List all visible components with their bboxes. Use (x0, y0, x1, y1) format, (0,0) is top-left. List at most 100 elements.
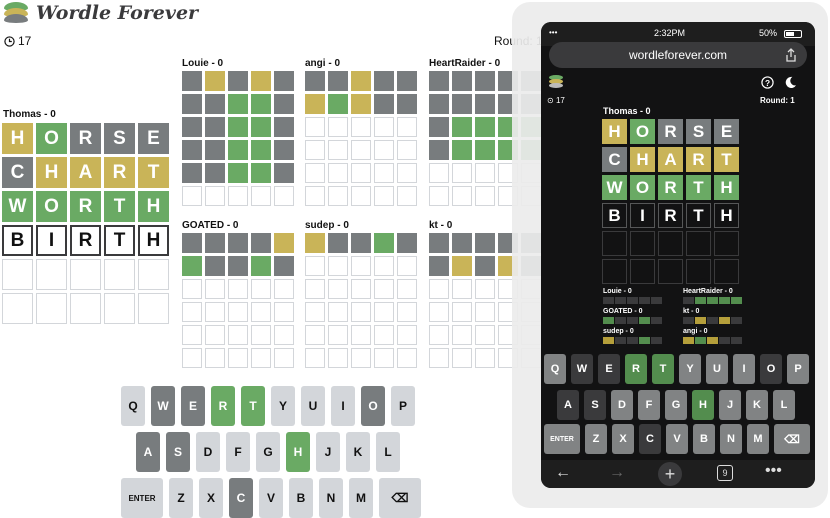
key-e[interactable]: E (181, 386, 205, 426)
key-k[interactable]: K (346, 432, 370, 472)
phone-key-v[interactable]: V (666, 424, 688, 454)
key-m[interactable]: M (349, 478, 373, 518)
key-s[interactable]: S (166, 432, 190, 472)
mini-tile (452, 117, 472, 137)
phone-backspace-icon[interactable]: ⌫ (774, 424, 810, 454)
phone-tile: R (658, 203, 683, 228)
key-v[interactable]: V (259, 478, 283, 518)
mini-tile (205, 71, 225, 91)
key-u[interactable]: U (301, 386, 325, 426)
mini-tile (475, 140, 495, 160)
new-tab-plus-icon[interactable]: + (658, 462, 682, 486)
key-f[interactable]: F (226, 432, 250, 472)
tile: T (138, 157, 169, 188)
key-n[interactable]: N (319, 478, 343, 518)
dark-mode-icon[interactable] (784, 76, 797, 89)
mini-tile (274, 71, 294, 91)
phone-key-t[interactable]: T (652, 354, 674, 384)
phone-key-q[interactable]: Q (544, 354, 566, 384)
opponent-board (305, 71, 417, 206)
phone-key-c[interactable]: C (639, 424, 661, 454)
key-z[interactable]: Z (169, 478, 193, 518)
phone-tile: H (602, 119, 627, 144)
phone-mini-cell (639, 337, 650, 344)
key-p[interactable]: P (391, 386, 415, 426)
mini-tile (305, 348, 325, 368)
phone-tile: R (658, 175, 683, 200)
key-t[interactable]: T (241, 386, 265, 426)
mini-tile (251, 233, 271, 253)
phone-opponent-row (683, 297, 742, 304)
mini-tile (351, 186, 371, 206)
phone-key-j[interactable]: J (719, 390, 741, 420)
key-b[interactable]: B (289, 478, 313, 518)
phone-mini-cell (603, 317, 614, 324)
phone-key-x[interactable]: X (612, 424, 634, 454)
phone-key-s[interactable]: S (584, 390, 606, 420)
forward-arrow-icon[interactable]: → (609, 464, 625, 482)
key-r[interactable]: R (211, 386, 235, 426)
phone-key-h[interactable]: H (692, 390, 714, 420)
phone-key-y[interactable]: Y (679, 354, 701, 384)
key-d[interactable]: D (196, 432, 220, 472)
mini-tile (374, 163, 394, 183)
mini-tile (274, 94, 294, 114)
phone-key-p[interactable]: P (787, 354, 809, 384)
phone-timer: ⊙ 17 (547, 96, 565, 105)
share-icon[interactable] (785, 48, 797, 62)
key-o[interactable]: O (361, 386, 385, 426)
app-logo[interactable]: Wordle Forever (4, 2, 198, 24)
phone-key-g[interactable]: G (665, 390, 687, 420)
key-a[interactable]: A (136, 432, 160, 472)
key-q[interactable]: Q (121, 386, 145, 426)
phone-key-k[interactable]: K (746, 390, 768, 420)
mini-tile (452, 186, 472, 206)
phone-key-e[interactable]: E (598, 354, 620, 384)
phone-key-z[interactable]: Z (585, 424, 607, 454)
key-y[interactable]: Y (271, 386, 295, 426)
key-l[interactable]: L (376, 432, 400, 472)
help-icon[interactable]: ? (761, 76, 774, 89)
mini-tile (251, 140, 271, 160)
key-j[interactable]: J (316, 432, 340, 472)
phone-key-w[interactable]: W (571, 354, 593, 384)
key-x[interactable]: X (199, 478, 223, 518)
mini-tile (205, 94, 225, 114)
mini-tile (429, 117, 449, 137)
mini-tile (374, 94, 394, 114)
tile: R (70, 225, 101, 256)
phone-key-f[interactable]: F (638, 390, 660, 420)
phone-key-u[interactable]: U (706, 354, 728, 384)
enter-key[interactable]: ENTER (121, 478, 163, 518)
address-bar[interactable]: wordleforever.com (549, 42, 807, 68)
tabs-count-button[interactable]: 9 (717, 465, 733, 481)
phone-key-a[interactable]: A (557, 390, 579, 420)
phone-logo-icon[interactable] (549, 75, 565, 89)
phone-key-r[interactable]: R (625, 354, 647, 384)
phone-tile: H (714, 175, 739, 200)
phone-key-b[interactable]: B (693, 424, 715, 454)
phone-key-i[interactable]: I (733, 354, 755, 384)
mini-tile (182, 256, 202, 276)
back-arrow-icon[interactable]: ← (555, 464, 571, 482)
more-menu-icon[interactable]: ••• (765, 462, 782, 480)
mini-tile (228, 348, 248, 368)
phone-key-l[interactable]: L (773, 390, 795, 420)
opponent-board (182, 71, 294, 206)
mini-tile (475, 117, 495, 137)
phone-key-d[interactable]: D (611, 390, 633, 420)
backspace-icon[interactable]: ⌫ (379, 478, 421, 518)
key-w[interactable]: W (151, 386, 175, 426)
key-g[interactable]: G (256, 432, 280, 472)
phone-key-o[interactable]: O (760, 354, 782, 384)
phone-enter-key[interactable]: ENTER (544, 424, 580, 454)
key-h[interactable]: H (286, 432, 310, 472)
mini-tile (374, 117, 394, 137)
key-c[interactable]: C (229, 478, 253, 518)
key-i[interactable]: I (331, 386, 355, 426)
phone-key-m[interactable]: M (747, 424, 769, 454)
phone-key-n[interactable]: N (720, 424, 742, 454)
logo-swoosh-icon (4, 2, 30, 24)
mini-tile (374, 71, 394, 91)
phone-tile: I (630, 203, 655, 228)
